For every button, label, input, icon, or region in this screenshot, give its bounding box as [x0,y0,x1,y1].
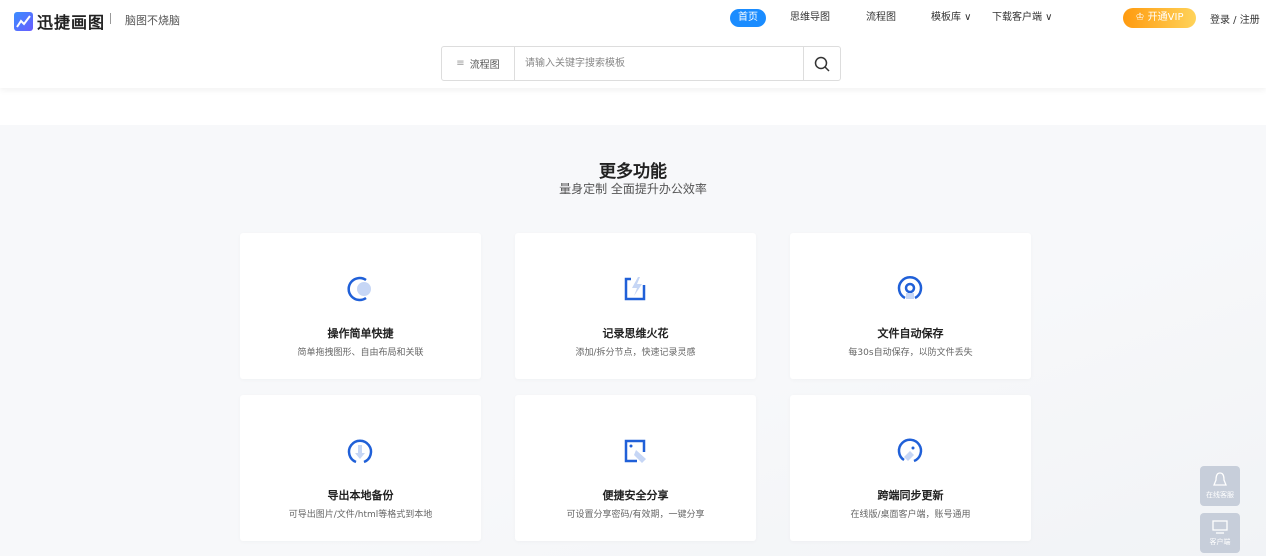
circle-icon [347,276,371,302]
crown-icon: ♔ [1135,12,1148,23]
menu-icon: ≡ [456,58,465,69]
feature-desc: 可导出图片/文件/html等格式到本地 [288,510,433,520]
feature-desc: 在线版/桌面客户端，账号通用 [850,510,971,520]
logo[interactable]: 迅捷画图 [14,9,105,33]
client-download-button[interactable]: 客户端 [1200,513,1240,553]
feature-title: 操作简单快捷 [327,327,394,340]
save-icon [897,275,923,300]
feature-desc: 每30s自动保存，以防文件丢失 [848,348,973,358]
client-label: 客户端 [1209,538,1231,546]
feature-card: 操作简单快捷 简单拖拽图形、自由布局和关联 [240,233,481,379]
section-subtitle: 量身定制 全面提升办公效率 [559,182,707,196]
search-type-label: 流程图 [469,60,500,71]
search-icon [814,56,830,72]
nav-download[interactable]: 下载客户端 ∨ [992,9,1053,27]
login-register-link[interactable]: 登录 / 注册 [1210,11,1260,26]
monitor-icon [1212,520,1228,534]
lightning-icon [624,277,646,301]
feature-card: 便捷安全分享 可设置分享密码/有效期，一键分享 [515,395,756,541]
top-header: 迅捷画图 脑图不烧脑 首页 思维导图 流程图 模板库 ∨ 下载客户端 ∨ ♔ 开… [0,0,1266,88]
feature-card: 记录思维火花 添加/拆分节点，快速记录灵感 [515,233,756,379]
qq-icon [1213,472,1227,486]
feature-card: 文件自动保存 每30s自动保存，以防文件丢失 [790,233,1031,379]
feature-title: 跨端同步更新 [877,489,944,502]
share-icon [624,439,646,463]
feature-card: 导出本地备份 可导出图片/文件/html等格式到本地 [240,395,481,541]
slogan: 脑图不烧脑 [125,14,180,27]
feature-desc: 添加/拆分节点，快速记录灵感 [575,348,696,358]
section-title: 更多功能 [599,162,667,182]
features-section: 更多功能 量身定制 全面提升办公效率 操作简单快捷 简单拖拽图形、自由布局和关联… [0,125,1266,556]
search-input[interactable] [515,47,803,80]
search-type-select[interactable]: ≡ 流程图 [442,47,515,80]
sync-icon [897,438,923,463]
feature-title: 便捷安全分享 [602,489,669,502]
feature-title: 记录思维火花 [602,327,669,340]
nav-flowchart[interactable]: 流程图 [866,9,896,27]
search-bar: ≡ 流程图 [441,46,841,81]
feature-title: 导出本地备份 [327,489,394,502]
nav-mindmap[interactable]: 思维导图 [790,9,830,27]
feature-title: 文件自动保存 [877,327,944,340]
logo-text: 迅捷画图 [37,13,106,32]
nav-templates[interactable]: 模板库 ∨ [931,9,972,27]
vip-button[interactable]: ♔ 开通VIP [1123,8,1196,28]
feature-card: 跨端同步更新 在线版/桌面客户端，账号通用 [790,395,1031,541]
search-button[interactable] [803,47,840,80]
export-icon [347,439,373,464]
feature-desc: 可设置分享密码/有效期，一键分享 [566,510,705,520]
logo-icon [14,11,33,31]
nav-home[interactable]: 首页 [730,9,766,27]
vip-label: 开通VIP [1147,12,1184,23]
feature-desc: 简单拖拽图形、自由布局和关联 [297,348,424,358]
online-service-button[interactable]: 在线客服 [1200,466,1240,506]
online-service-label: 在线客服 [1206,491,1234,499]
divider [110,13,111,24]
